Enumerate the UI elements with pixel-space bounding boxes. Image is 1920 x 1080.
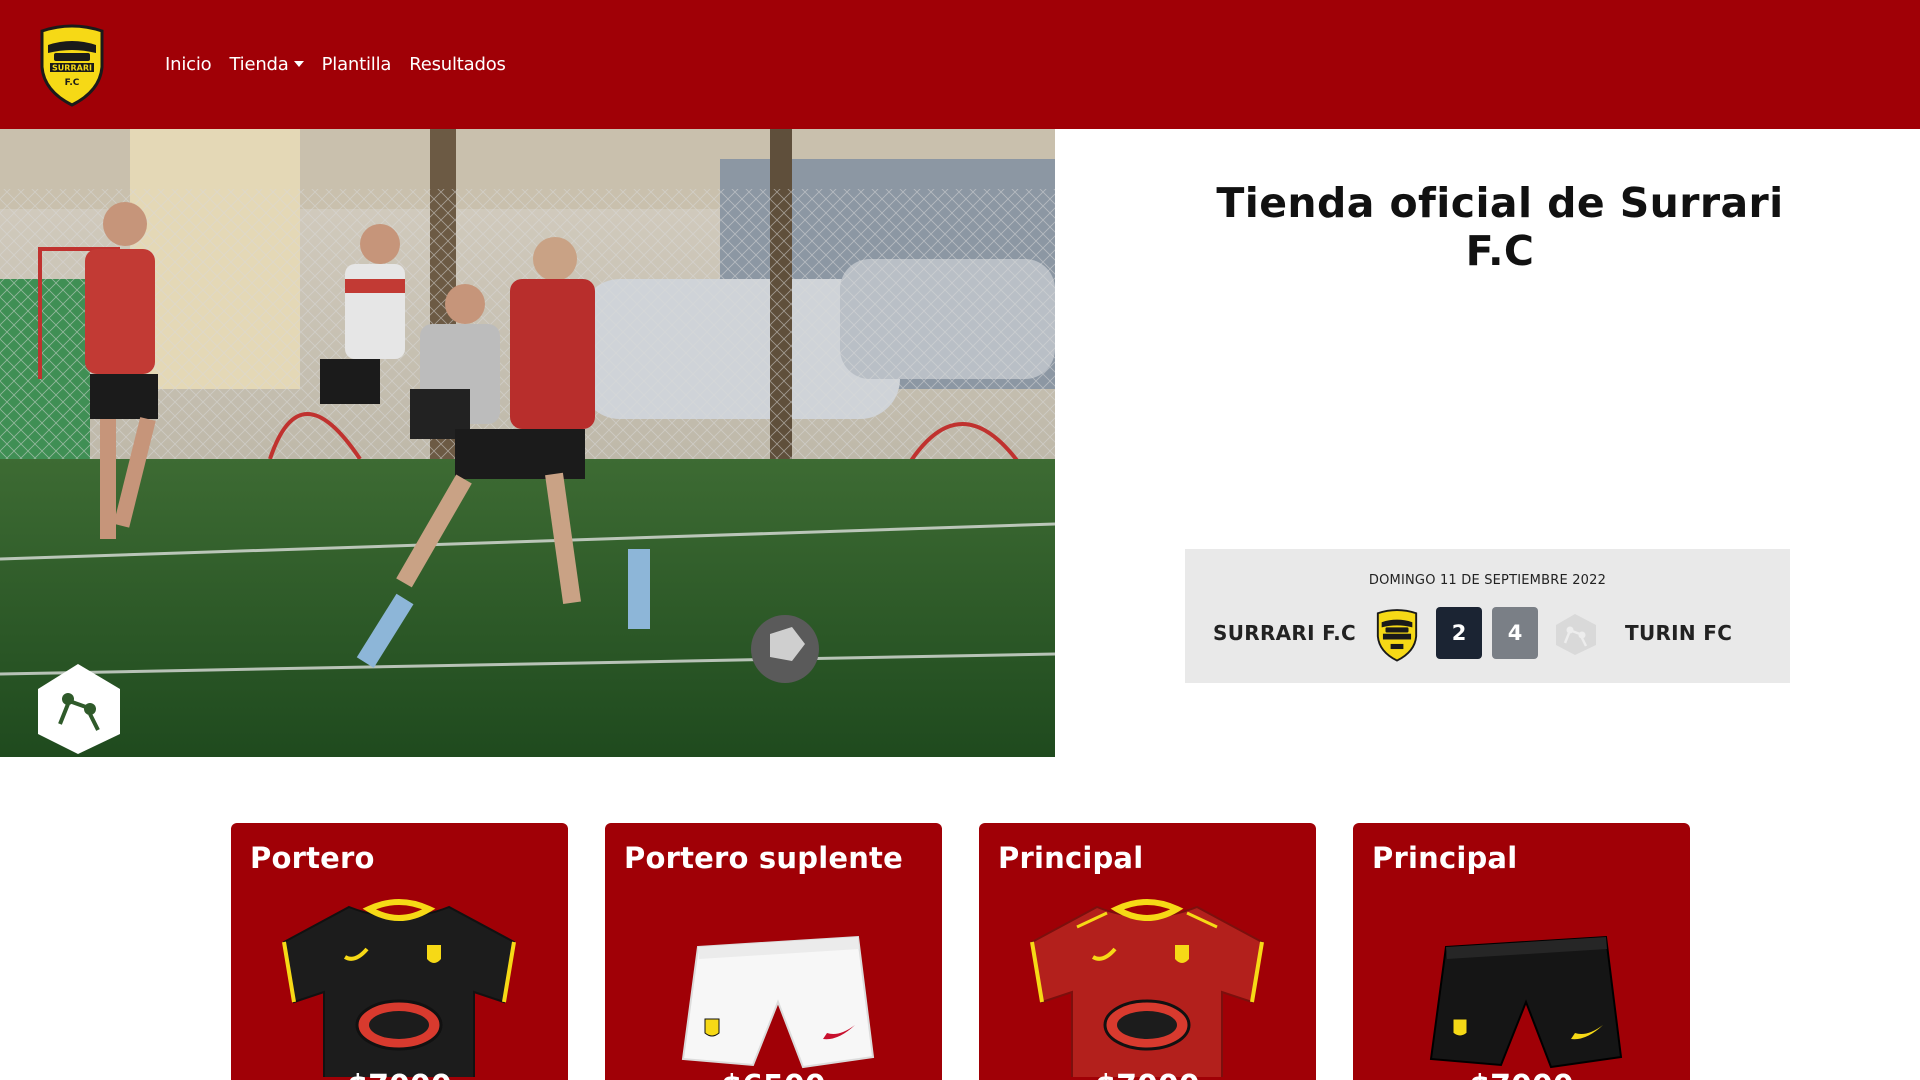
nav-item-tienda[interactable]: Tienda — [220, 46, 312, 83]
product-price: $6500 — [605, 1069, 942, 1080]
product-title: Principal — [1372, 841, 1518, 875]
match-date: DOMINGO 11 DE SEPTIEMBRE 2022 — [1368, 573, 1607, 588]
page-title: Tienda oficial de Surrari F.C — [1216, 179, 1784, 275]
home-team-name: SURRARI F.C — [1213, 621, 1357, 645]
football-match-photo — [0, 129, 1055, 757]
hero-photo — [0, 129, 1055, 757]
white-shorts-image — [681, 935, 875, 1069]
product-title: Portero — [250, 841, 375, 875]
product-price: $7000 — [1353, 1069, 1690, 1080]
away-score: 4 — [1492, 607, 1538, 659]
away-team-name: TURIN FC — [1625, 621, 1733, 645]
match-result-card[interactable]: DOMINGO 11 DE SEPTIEMBRE 2022 SURRARI F.… — [1185, 549, 1790, 683]
product-price: $7000 — [231, 1069, 568, 1080]
nav-item-plantilla[interactable]: Plantilla — [313, 46, 401, 83]
top-navbar: SURRARI F.C Inicio Tienda Plantilla Resu… — [0, 0, 1920, 129]
nav-links: Inicio Tienda Plantilla Resultados — [156, 46, 515, 83]
red-main-shirt-image — [1030, 899, 1264, 1077]
away-team-logo-icon — [1556, 614, 1596, 655]
hero-side: Tienda oficial de Surrari F.C DOMINGO 11… — [1055, 129, 1920, 757]
product-card[interactable]: Portero $7000 — [231, 823, 568, 1080]
product-title: Principal — [998, 841, 1144, 875]
black-goalkeeper-shirt-image — [282, 899, 516, 1077]
product-card[interactable]: Portero suplente $6500 — [605, 823, 942, 1080]
logo-text-top: SURRARI — [52, 63, 92, 72]
logo-text-bottom: F.C — [65, 78, 80, 88]
nav-item-inicio[interactable]: Inicio — [156, 46, 220, 83]
product-title: Portero suplente — [624, 841, 903, 875]
club-crest-logo[interactable]: SURRARI F.C — [36, 23, 108, 107]
home-score: 2 — [1436, 607, 1482, 659]
black-shorts-image — [1429, 935, 1623, 1069]
home-team-crest-icon — [1376, 609, 1418, 662]
nav-item-resultados[interactable]: Resultados — [400, 46, 514, 83]
product-grid: Portero $7000 Portero suplente $6500 Pri… — [231, 823, 1691, 1080]
chevron-down-icon — [293, 61, 304, 67]
product-price: $7000 — [979, 1069, 1316, 1080]
nav-item-tienda-label: Tienda — [229, 54, 289, 75]
product-card[interactable]: Principal $7000 — [1353, 823, 1690, 1080]
product-card[interactable]: Principal $7000 — [979, 823, 1316, 1080]
